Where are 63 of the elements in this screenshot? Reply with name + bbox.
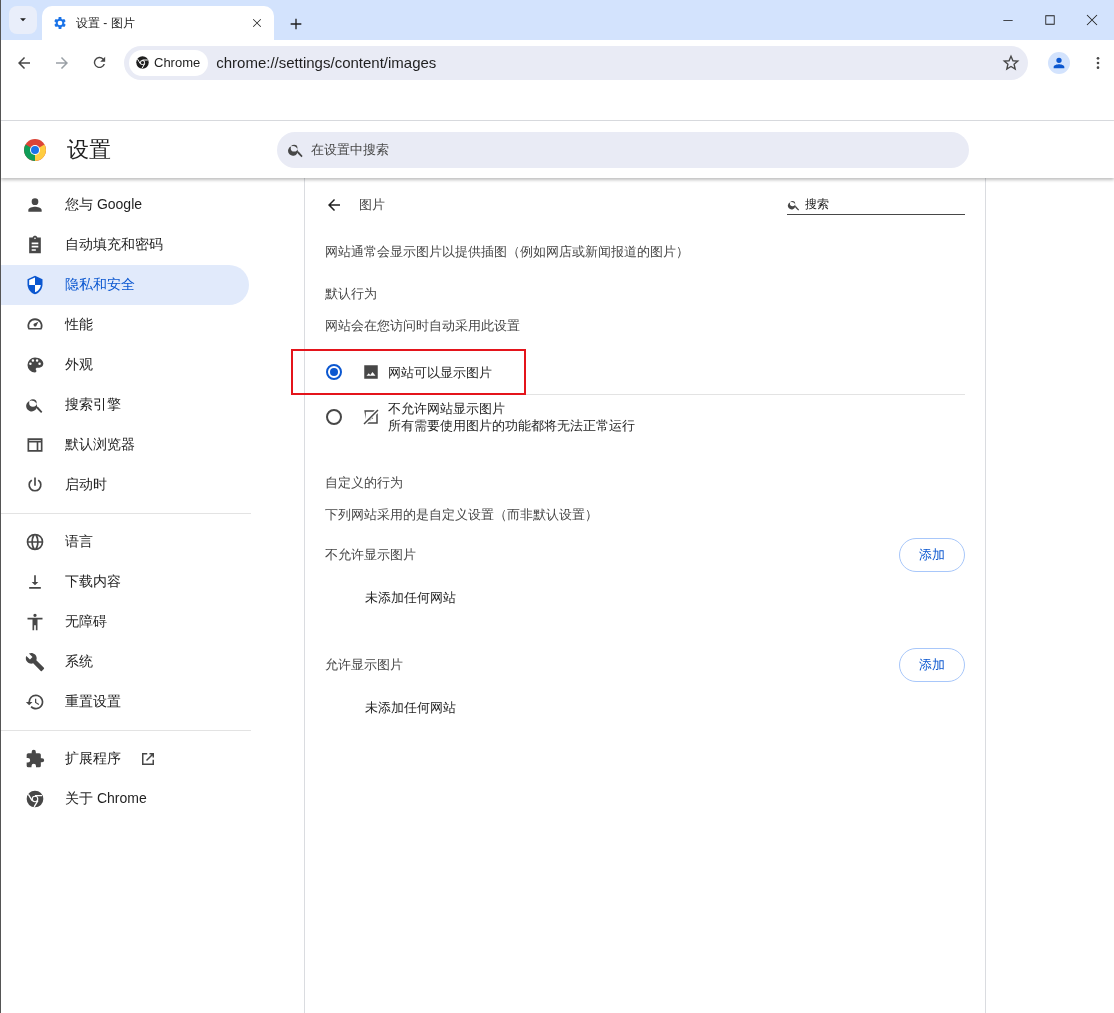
image-off-icon [362,408,380,426]
gear-icon [52,15,68,31]
search-field[interactable]: 在设置中搜索 [277,131,969,168]
reload-icon[interactable] [91,54,108,71]
section-heading: 自定义的行为 [325,474,404,492]
site-chip[interactable]: Chrome [129,49,209,76]
add-button[interactable]: 添加 [899,538,965,572]
profile-button[interactable] [1048,51,1070,74]
empty-list-text: 未添加任何网站 [364,589,457,607]
sidebar-item[interactable]: 性能 [1,305,249,345]
search-field[interactable]: 搜索 [787,195,965,215]
hint-text: 网站会在您访问时自动采用此设置 [325,317,521,335]
close-icon[interactable] [250,16,264,30]
plus-icon[interactable] [288,16,304,32]
sidebar-item[interactable]: 关于 Chrome [1,779,249,819]
chrome-logo-icon [135,55,150,70]
browser-window-icon [25,435,45,455]
globe-icon [25,532,45,552]
option-label[interactable]: 不允许网站显示图片 [388,400,635,417]
accessibility-icon [25,612,45,632]
palette-icon [25,355,45,375]
section-title: 图片 [359,196,385,214]
chrome-logo-icon [25,789,45,809]
sidebar-item[interactable]: 扩展程序 [1,739,249,779]
sidebar-item[interactable]: 搜索引擎 [1,385,249,425]
puzzle-icon [25,749,45,769]
image-icon [362,363,380,381]
sidebar-item[interactable]: 无障碍 [1,602,249,642]
star-icon[interactable] [1002,53,1020,72]
address-bar[interactable]: Chrome chrome://settings/content/images [124,45,1028,80]
sidebar-item[interactable]: 系统 [1,642,249,682]
sidebar-item[interactable]: 您与 Google [1,185,249,225]
list-heading: 不允许显示图片 [325,546,416,564]
sidebar-item[interactable]: 重置设置 [1,682,249,722]
close-icon[interactable] [1084,12,1100,28]
chrome-logo-icon [23,137,47,162]
power-icon [25,475,45,495]
history-icon [25,692,45,712]
sidebar-item[interactable]: 外观 [1,345,249,385]
sidebar-item[interactable]: 默认浏览器 [1,425,249,465]
external-link-icon[interactable] [139,750,157,768]
option-label[interactable]: 网站可以显示图片 [388,363,492,381]
hint-text: 下列网站采用的是自定义设置（而非默认设置） [325,506,599,524]
section-heading: 默认行为 [325,285,378,303]
radio-button[interactable] [326,364,342,380]
sidebar-item[interactable]: 启动时 [1,465,249,505]
add-button[interactable]: 添加 [899,648,965,682]
radio-button[interactable] [326,409,342,425]
sidebar-item[interactable]: 下载内容 [1,562,249,602]
page-title: 设置 [67,135,112,164]
url-text: chrome://settings/content/images [216,54,438,71]
maximize-icon[interactable] [1042,12,1058,28]
browser-tab[interactable]: 设置 - 图片 [42,6,274,40]
option-description: 所有需要使用图片的功能都将无法正常运行 [388,417,635,434]
person-icon [25,195,45,215]
empty-list-text: 未添加任何网站 [364,699,457,717]
list-heading: 允许显示图片 [325,656,403,674]
shield-icon [25,275,45,295]
wrench-icon [25,652,45,672]
description-text: 网站通常会显示图片以提供插图（例如网店或新闻报道的图片） [325,243,690,261]
sidebar-item[interactable]: 语言 [1,522,249,562]
sidebar-item[interactable]: 自动填充和密码 [1,225,249,265]
sidebar-item[interactable]: 隐私和安全 [1,265,249,305]
